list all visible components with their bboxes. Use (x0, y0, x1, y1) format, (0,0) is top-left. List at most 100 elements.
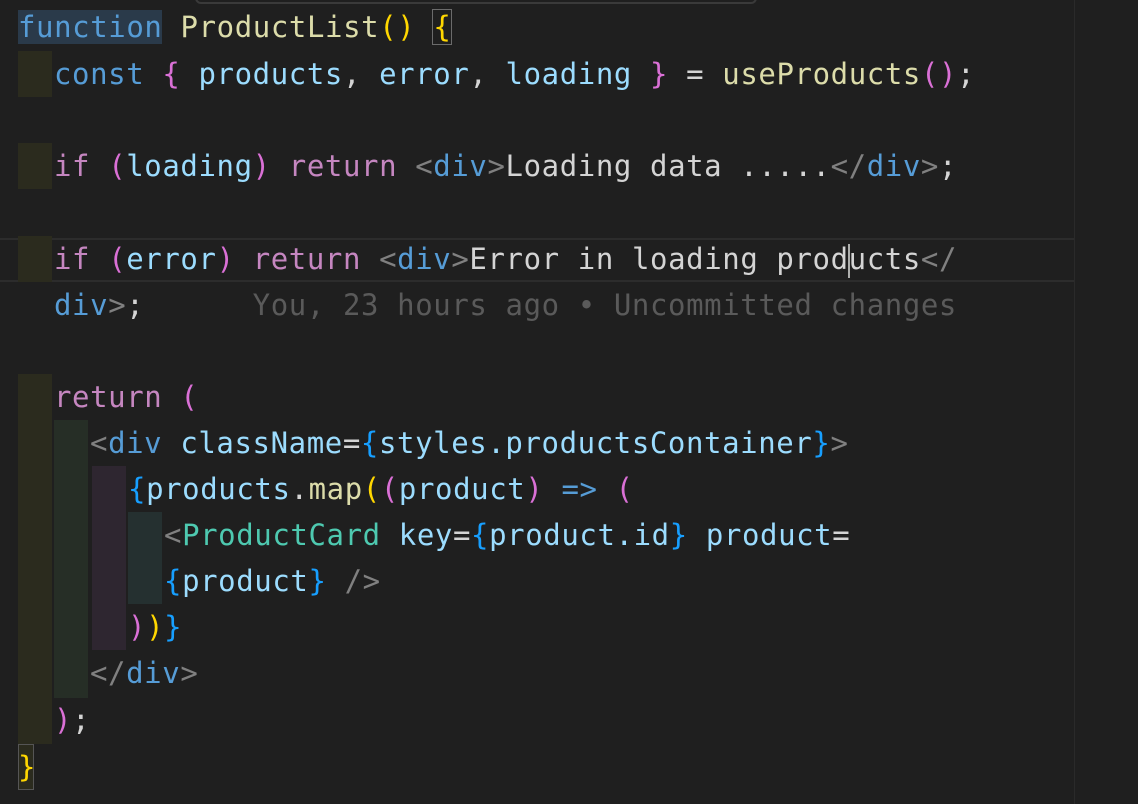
punctuation: ; (126, 288, 145, 322)
operator: = (452, 518, 472, 552)
punctuation: ( (380, 472, 399, 506)
punctuation: < (379, 242, 398, 276)
code-line-4[interactable]: if (error) return <div>Error in loading … (54, 236, 957, 282)
variable: loading (505, 57, 632, 91)
code-line-8[interactable]: {products.map((product) => ( (128, 466, 634, 512)
keyword: const (54, 57, 145, 91)
punctuation: ( (362, 472, 381, 506)
jsx-text: Error in loading prod (469, 242, 849, 276)
punctuation: . (290, 472, 309, 506)
expression: styles.productsContainer (378, 426, 813, 460)
tag-name: div (433, 149, 488, 183)
punctuation: , (342, 57, 362, 91)
code-line-14[interactable]: } (18, 744, 36, 790)
keyword: return (252, 242, 362, 276)
code-line-7[interactable]: <div className={styles.productsContainer… (90, 420, 849, 466)
tag-name: div (397, 242, 452, 276)
keyword: return (288, 149, 398, 183)
punctuation: > (920, 149, 939, 183)
operator: = (342, 426, 361, 460)
punctuation: < (415, 149, 434, 183)
variable: error (126, 242, 217, 276)
punctuation: > (487, 149, 506, 183)
punctuation: < (164, 518, 183, 552)
indent-guide (54, 420, 88, 698)
indent-guide (18, 143, 52, 189)
code-line-13[interactable]: ); (54, 697, 90, 743)
punctuation: { (162, 57, 181, 91)
punctuation: , (469, 57, 488, 91)
tag-name: div (54, 288, 109, 322)
expression: product (182, 564, 309, 598)
function-name: ProductList (180, 10, 380, 44)
code-line-1[interactable]: function ProductList() { (18, 4, 453, 50)
variable: loading (126, 149, 253, 183)
punctuation: ( (108, 242, 127, 276)
git-blame-annotation: You, 23 hours ago • Uncommitted changes (252, 288, 957, 322)
code-line-11[interactable]: ))} (128, 604, 182, 650)
expression: product.id (489, 518, 670, 552)
vertical-ruler (1074, 0, 1075, 804)
code-line-3[interactable]: if (loading) return <div>Loading data ..… (54, 143, 957, 189)
punctuation: ) (128, 610, 147, 644)
function-call: useProducts (722, 57, 921, 91)
punctuation: </ (90, 656, 127, 690)
variable: error (379, 57, 470, 91)
punctuation: ( (108, 149, 127, 183)
tag-name: div (866, 149, 921, 183)
code-line-6[interactable]: return ( (54, 374, 198, 420)
punctuation: ) (216, 242, 235, 276)
keyword: function (18, 10, 163, 44)
code-line-9-wrap[interactable]: {product} /> (164, 558, 381, 604)
code-editor[interactable]: function ProductList() { const { product… (0, 0, 1138, 804)
punctuation: () (920, 57, 958, 91)
punctuation: } (812, 426, 831, 460)
close-brace: } (18, 750, 37, 784)
punctuation: } (164, 610, 183, 644)
punctuation: ) (54, 703, 73, 737)
keyword: if (54, 149, 91, 183)
indent-guide (92, 466, 126, 650)
punctuation: ; (72, 703, 91, 737)
punctuation: ) (252, 149, 271, 183)
punctuation: ) (146, 610, 165, 644)
jsx-text: Loading data ..... (505, 149, 831, 183)
punctuation: } (308, 564, 327, 598)
attribute: className (180, 426, 343, 460)
operator: = (832, 518, 851, 552)
open-brace: { (432, 9, 453, 45)
attribute: product (705, 518, 833, 552)
punctuation: > (108, 288, 127, 322)
punctuation: </ (920, 242, 958, 276)
tag-name: div (126, 656, 181, 690)
punctuation: { (360, 426, 379, 460)
punctuation: { (164, 564, 183, 598)
punctuation: { (128, 472, 147, 506)
arrow-operator: => (561, 472, 598, 506)
keyword: return (54, 380, 163, 414)
punctuation: () (379, 10, 416, 44)
code-line-12[interactable]: </div> (90, 650, 198, 696)
operator: = (686, 57, 705, 91)
punctuation: > (451, 242, 470, 276)
punctuation: } (650, 57, 669, 91)
punctuation: > (180, 656, 199, 690)
punctuation: </ (830, 149, 867, 183)
variable: products (146, 472, 291, 506)
punctuation: ( (615, 472, 634, 506)
indent-guide (128, 512, 162, 604)
attribute: key (398, 518, 453, 552)
punctuation: /> (344, 564, 381, 598)
indent-guide (18, 51, 52, 97)
parameter: product (398, 472, 526, 506)
punctuation: ; (938, 149, 958, 183)
punctuation: { (471, 518, 490, 552)
variable: products (198, 57, 343, 91)
indent-guide (18, 374, 52, 744)
code-line-2[interactable]: const { products, error, loading } = use… (54, 51, 975, 97)
code-line-4-wrap[interactable]: div>; You, 23 hours ago • Uncommitted ch… (54, 282, 957, 328)
punctuation: ) (525, 472, 544, 506)
component-name: ProductCard (182, 518, 381, 552)
punctuation: ( (180, 380, 199, 414)
code-line-9[interactable]: <ProductCard key={product.id} product= (164, 512, 850, 558)
